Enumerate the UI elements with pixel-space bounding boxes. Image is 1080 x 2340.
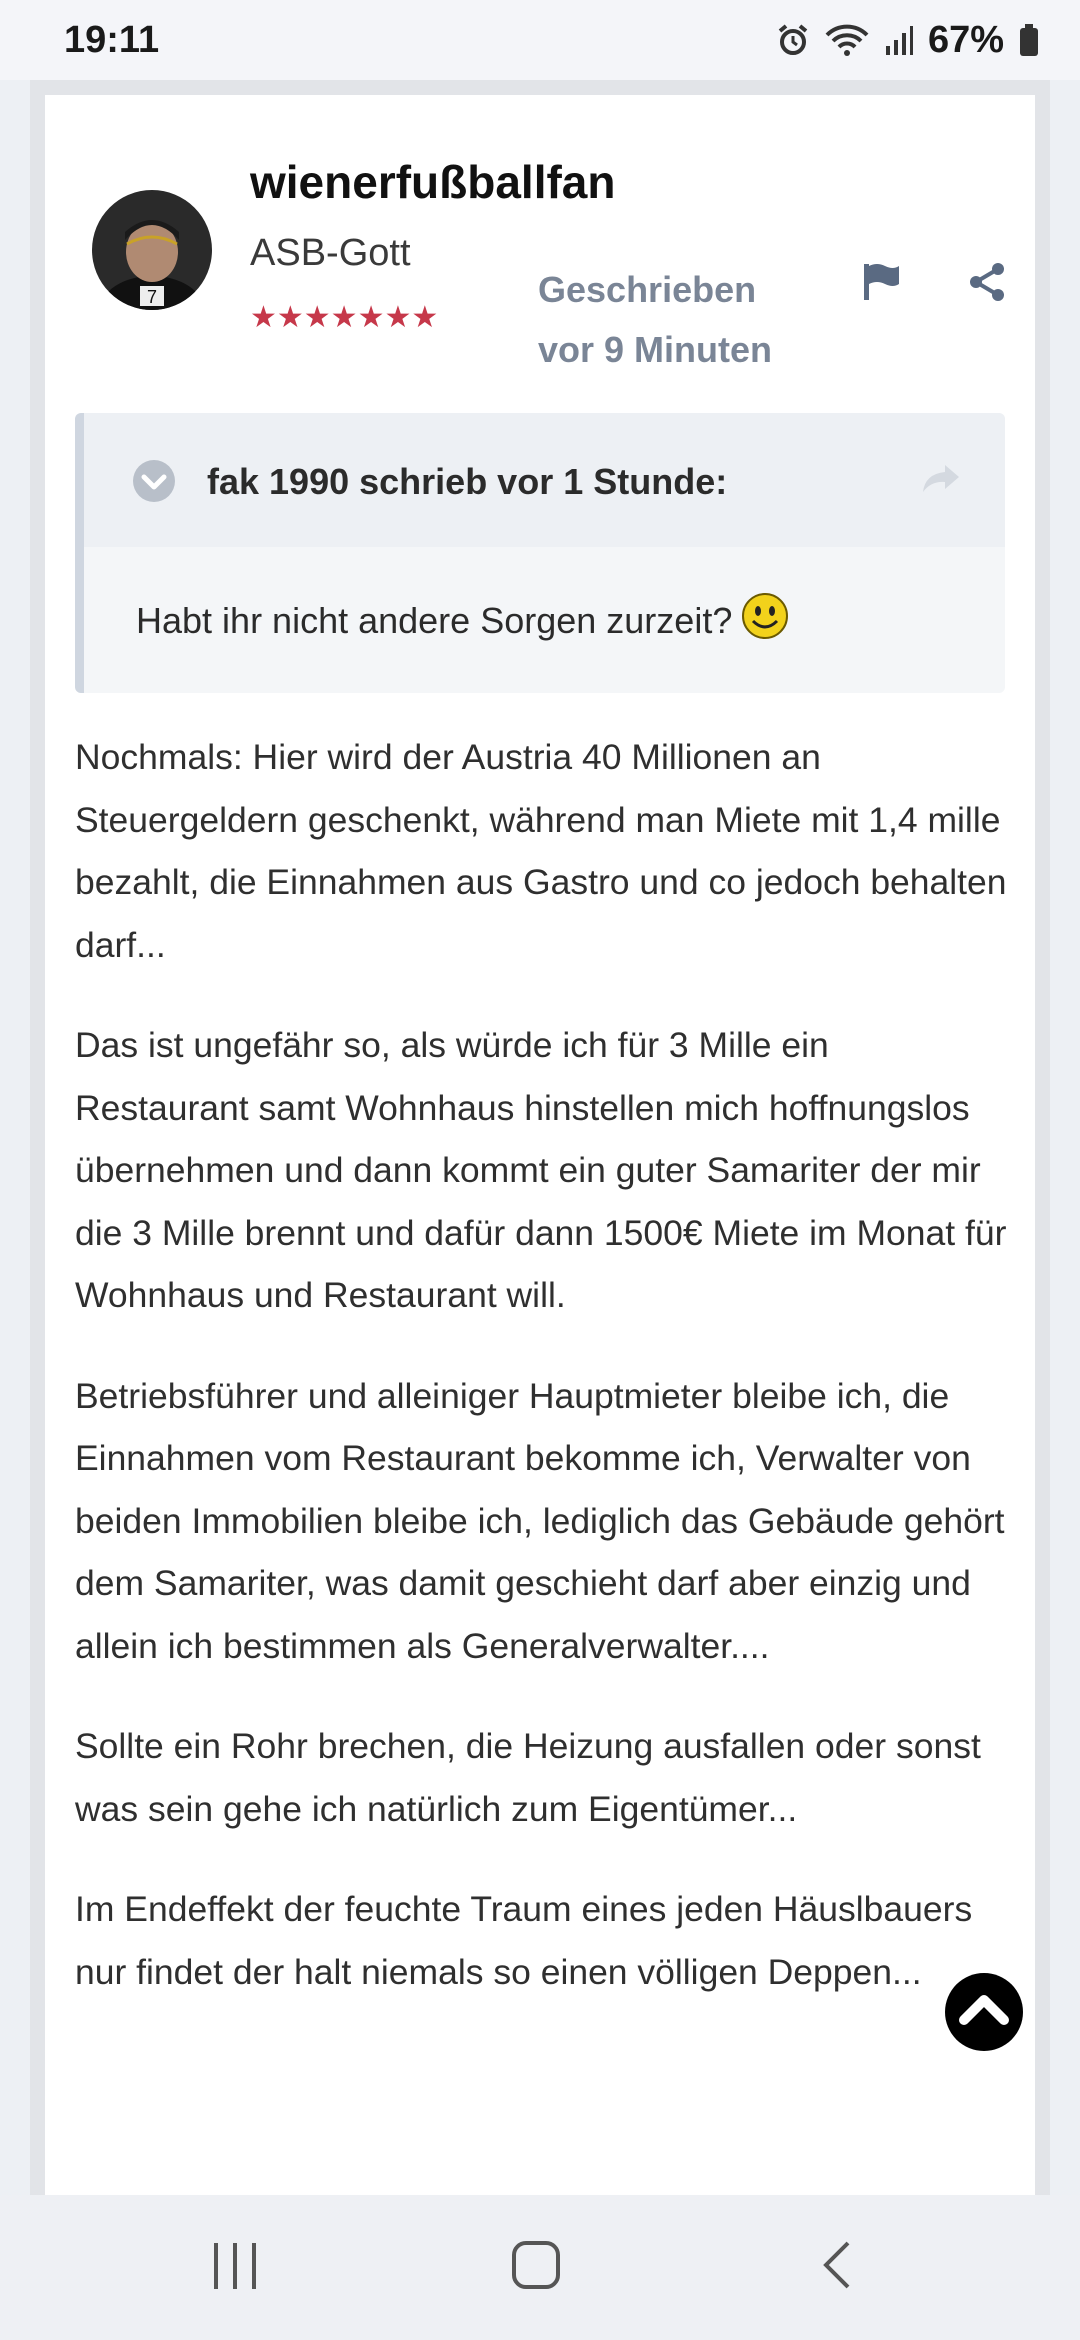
post-paragraph: Betriebsführer und alleiniger Hauptmiete… bbox=[75, 1375, 1005, 1666]
share-button[interactable] bbox=[968, 262, 1006, 307]
status-icons: 67% bbox=[776, 19, 1040, 62]
reply-arrow-icon[interactable] bbox=[921, 461, 961, 502]
post-paragraph: Nochmals: Hier wird der Austria 40 Milli… bbox=[75, 737, 1007, 965]
quote-title: fak 1990 schrieb vor 1 Stunde: bbox=[207, 461, 728, 502]
recents-button[interactable] bbox=[212, 2241, 258, 2296]
battery-icon bbox=[1018, 23, 1040, 57]
quote-header[interactable]: fak 1990 schrieb vor 1 Stunde: bbox=[84, 413, 1005, 547]
status-time: 19:11 bbox=[64, 18, 160, 61]
post-paragraph: Das ist ungefähr so, als würde ich für 3… bbox=[75, 1025, 1007, 1315]
back-button[interactable] bbox=[822, 2239, 852, 2296]
home-button[interactable] bbox=[510, 2239, 562, 2296]
author-name[interactable]: wienerfußballfan bbox=[250, 155, 615, 209]
quote-text: Habt ihr nicht andere Sorgen zurzeit? bbox=[136, 591, 790, 650]
share-icon bbox=[968, 263, 1006, 306]
post-paragraph: Sollte ein Rohr brechen, die Heizung aus… bbox=[75, 1726, 981, 1829]
post-paragraph: Im Endeffekt der feuchte Traum eines jed… bbox=[75, 1889, 973, 1992]
post-body: Nochmals: Hier wird der Austria 40 Milli… bbox=[75, 726, 1010, 2041]
signal-icon bbox=[884, 24, 914, 56]
wifi-icon bbox=[824, 23, 870, 57]
system-nav-bar bbox=[0, 2195, 1080, 2340]
report-button[interactable] bbox=[860, 262, 904, 307]
quote-text-content: Habt ihr nicht andere Sorgen zurzeit? bbox=[136, 599, 733, 641]
flag-icon bbox=[860, 264, 904, 306]
rank-stars: ★★★★★★★ bbox=[250, 301, 439, 334]
chevron-down-icon[interactable] bbox=[132, 459, 176, 508]
battery-percent: 67% bbox=[927, 18, 1004, 61]
svg-text:7: 7 bbox=[147, 287, 157, 307]
post-meta-line1: Geschrieben bbox=[538, 269, 757, 310]
quote-box: fak 1990 schrieb vor 1 Stunde: Habt ihr … bbox=[75, 413, 1005, 693]
avatar[interactable]: 7 bbox=[92, 190, 212, 310]
post-meta[interactable]: Geschrieben vor 9 Minuten bbox=[538, 260, 798, 380]
alarm-icon bbox=[776, 23, 810, 57]
author-rank: ASB-Gott bbox=[250, 232, 411, 274]
chevron-up-icon bbox=[959, 1990, 1009, 2035]
post-timestamp: vor 9 Minuten bbox=[538, 329, 773, 370]
smiley-icon bbox=[740, 591, 790, 650]
scroll-to-top-button[interactable] bbox=[945, 1973, 1023, 2051]
status-bar: 19:11 67% bbox=[0, 0, 1080, 80]
